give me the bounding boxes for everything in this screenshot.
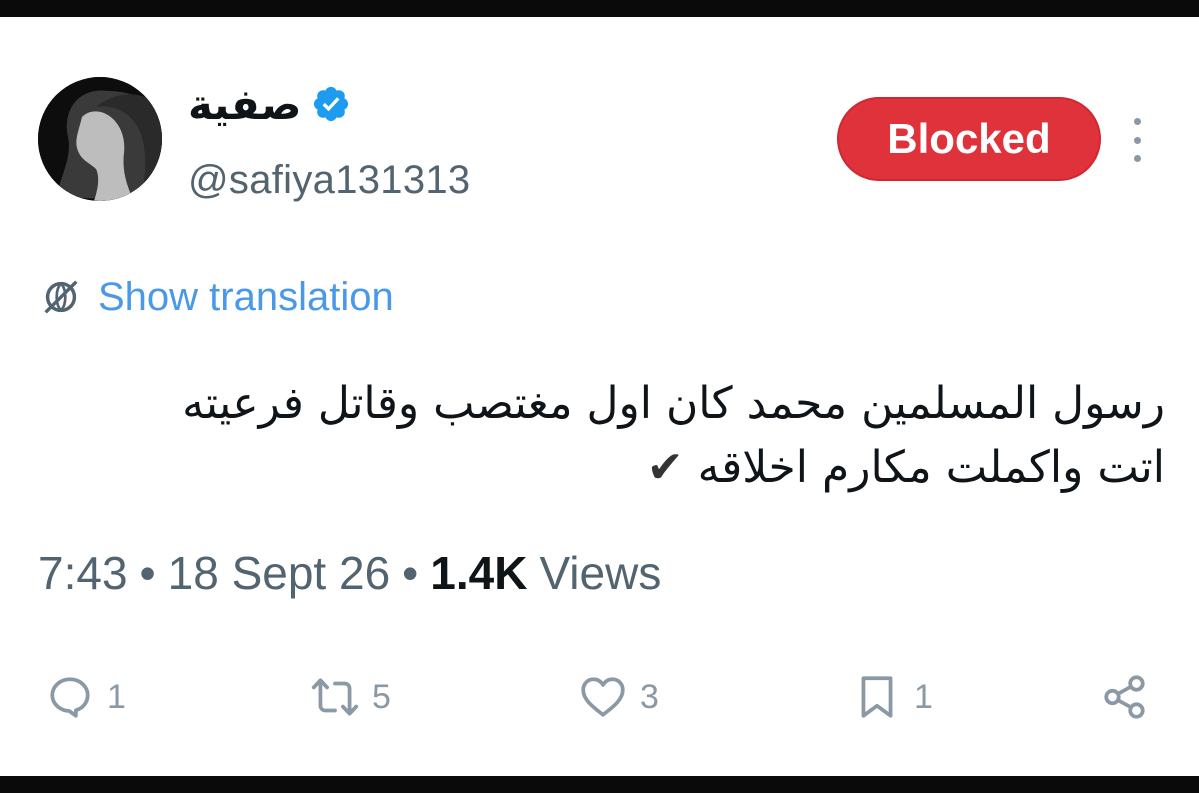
avatar[interactable] [38, 77, 162, 201]
like-count: 3 [640, 677, 659, 716]
reply-button[interactable]: 1 [45, 665, 126, 729]
reply-icon [50, 677, 90, 718]
views-label: Views [539, 547, 662, 599]
views-count: 1.4K [430, 547, 528, 599]
meta-separator: • [402, 547, 419, 599]
action-bar: 1 5 3 1 [0, 665, 1199, 729]
tweet-date[interactable]: 18 Sept 26 [168, 546, 391, 600]
retweet-button[interactable]: 5 [310, 665, 391, 729]
blocked-button[interactable]: Blocked [837, 97, 1101, 181]
share-icon [1104, 675, 1145, 719]
top-black-bar [0, 0, 1199, 17]
tweet-meta: 7:43 • 18 Sept 26 • 1.4K Views [38, 543, 661, 603]
reply-count: 1 [107, 677, 126, 716]
verified-badge-icon [311, 84, 351, 124]
avatar-image [38, 77, 162, 201]
user-handle[interactable]: @safiya131313 [188, 158, 470, 203]
like-button[interactable]: 3 [578, 665, 659, 729]
check-mark-icon: ✔ [646, 442, 684, 493]
tweet-time[interactable]: 7:43 [38, 546, 128, 600]
tweet-text-line-2-words: اتت واكملت مكارم اخلاقه [697, 442, 1165, 493]
tweet-text-line-1: رسول المسلمين محمد كان اول مغتصب وقاتل ف… [182, 378, 1165, 429]
show-translation-label[interactable]: Show translation [98, 275, 394, 320]
display-name-row[interactable]: صفية [188, 78, 351, 130]
bookmark-count: 1 [914, 677, 933, 716]
tweet-text-line-2: اتت واكملت مكارم اخلاقه ✔ [80, 436, 1165, 500]
share-button[interactable] [1100, 665, 1150, 729]
meta-separator: • [139, 547, 156, 599]
more-options-icon[interactable] [1122, 118, 1152, 162]
display-name[interactable]: صفية [188, 80, 301, 129]
retweet-icon [311, 678, 359, 716]
show-translation-link[interactable]: Show translation [38, 272, 394, 322]
retweet-count: 5 [372, 677, 391, 716]
bookmark-icon [861, 676, 893, 718]
bottom-black-bar [0, 776, 1199, 793]
tweet-text: رسول المسلمين محمد كان اول مغتصب وقاتل ف… [80, 372, 1165, 500]
heart-icon [581, 677, 625, 717]
translate-globe-icon [44, 280, 78, 314]
bookmark-button[interactable]: 1 [852, 665, 933, 729]
